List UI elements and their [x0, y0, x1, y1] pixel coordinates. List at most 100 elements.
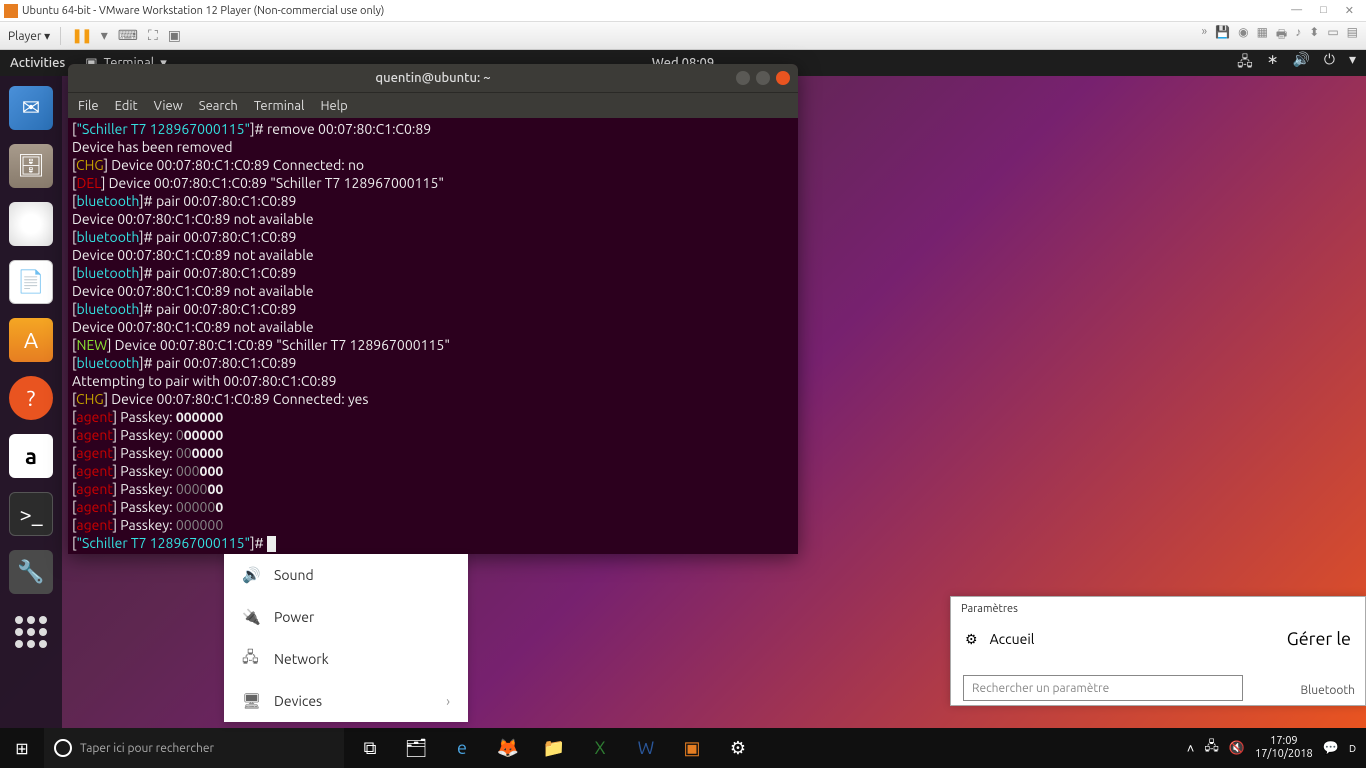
bluetooth-title: Bluetooth — [820, 77, 890, 94]
vmware-right-icons: » 💾 ◉ ▦ 🖶 ♪ ⬍ ▭ ▤ — [1202, 25, 1359, 46]
network-icon[interactable]: 🖧 — [1237, 51, 1253, 75]
help-icon[interactable]: ? — [9, 376, 53, 420]
arrow-icon[interactable]: » — [1202, 25, 1208, 46]
device-status: Not Set Up — [1067, 237, 1135, 253]
start-button[interactable]: ⊞ — [0, 728, 44, 768]
vmware-titlebar: Ubuntu 64-bit - VMware Workstation 12 Pl… — [0, 0, 1366, 22]
activities-button[interactable]: Activities — [10, 56, 65, 70]
files-icon[interactable]: 🗄 — [9, 144, 53, 188]
fullscreen-icon[interactable]: ⛶ — [148, 27, 158, 44]
system-tray: ˄ 🖧 🔇 17:09 17/10/2018 💬 D — [1177, 735, 1366, 761]
tray-network-icon[interactable]: 🖧 — [1204, 737, 1219, 759]
maximize-button[interactable]: □ — [1320, 4, 1327, 17]
power-icon[interactable]: ⏻ — [1324, 51, 1335, 75]
toggle-knob — [1098, 74, 1126, 96]
tray-up-icon[interactable]: ˄ — [1187, 741, 1195, 756]
vmware-icon — [4, 4, 18, 18]
tray-volume-icon[interactable]: 🔇 — [1229, 741, 1245, 756]
minimize-button[interactable] — [1138, 78, 1152, 92]
terminal-dock-icon[interactable]: >_ — [9, 492, 53, 536]
menu-edit[interactable]: Edit — [115, 99, 138, 113]
minimize-button[interactable] — [736, 71, 750, 85]
minimize-button[interactable]: — — [1291, 4, 1302, 17]
vmware-toolbar: Player ▾ ❚❚ ▾ ⌨ ⛶ ▣ » 💾 ◉ ▦ 🖶 ♪ ⬍ ▭ ▤ — [0, 22, 1366, 50]
settings-dock-icon[interactable]: 🔧 — [9, 550, 53, 594]
vmware-taskbar-icon[interactable]: ▣ — [670, 728, 714, 768]
settings-categories-menu: 🔊 Sound 🔌 Power 🖧Network 🖥Devices› — [224, 554, 468, 722]
net-icon[interactable]: ▦ — [1257, 25, 1268, 46]
cortana-placeholder: Taper ici pour rechercher — [80, 742, 214, 755]
manage-heading: Gérer le — [1287, 629, 1351, 649]
software-center-icon[interactable]: A — [9, 318, 53, 362]
menu-item-network[interactable]: 🖧Network — [224, 638, 468, 680]
search-placeholder: Rechercher un paramètre — [972, 682, 1109, 695]
send-key-icon[interactable]: ⌨ — [118, 27, 138, 44]
player-menu[interactable]: Player ▾ — [8, 29, 50, 43]
unity-icon[interactable]: ▣ — [168, 27, 181, 44]
folder-taskbar-icon[interactable]: 📁 — [532, 728, 576, 768]
menu-view[interactable]: View — [154, 99, 183, 113]
menu-label: Sound — [274, 567, 314, 583]
terminal-window: quentin@ubuntu: ~ File Edit View Search … — [68, 64, 798, 554]
close-button[interactable] — [776, 71, 790, 85]
show-apps-icon[interactable] — [11, 612, 51, 652]
windows-settings-panel: Paramètres ⚙ Accueil Gérer le Rechercher… — [950, 596, 1366, 706]
maximize-button[interactable] — [756, 71, 770, 85]
sound-icon[interactable]: ♪ — [1295, 25, 1301, 46]
toolbar-icon[interactable]: ▾ — [101, 27, 108, 44]
word-taskbar-icon[interactable]: W — [624, 728, 668, 768]
menu-label: Network — [274, 651, 329, 667]
terminal-body[interactable]: ["Schiller T7 128967000115"]# remove 00:… — [68, 118, 798, 554]
rhythmbox-icon[interactable]: ◉ — [9, 202, 53, 246]
notifications-icon[interactable]: 💬 — [1323, 741, 1339, 756]
cortana-search[interactable]: Taper ici pour rechercher — [44, 728, 344, 768]
volume-icon[interactable]: 🔊 — [1292, 51, 1309, 75]
edge-taskbar-icon[interactable]: e — [440, 728, 484, 768]
libreoffice-writer-icon[interactable]: 📄 — [9, 260, 53, 304]
firefox-taskbar-icon[interactable]: 🦊 — [486, 728, 530, 768]
menu-help[interactable]: Help — [320, 99, 347, 113]
menu-item-sound[interactable]: 🔊 Sound — [224, 554, 468, 596]
menu-item-power[interactable]: 🔌 Power — [224, 596, 468, 638]
tray-clock[interactable]: 17:09 17/10/2018 — [1255, 735, 1313, 761]
lang-icon[interactable]: D — [1349, 743, 1356, 754]
menu-label: Power — [274, 609, 314, 625]
task-view-icon[interactable]: ⧉ — [348, 728, 392, 768]
print-icon[interactable]: 🖶 — [1276, 25, 1287, 46]
bluetooth-icon[interactable]: ∗ — [1267, 51, 1279, 75]
close-button[interactable]: ✕ — [1345, 4, 1354, 17]
pause-icon[interactable]: ❚❚ — [71, 27, 90, 44]
home-item[interactable]: ⚙ Accueil — [965, 631, 1034, 648]
card-icon[interactable]: ▭ — [1327, 25, 1338, 46]
settings-taskbar-icon[interactable]: ⚙ — [716, 728, 760, 768]
chevron-down-icon[interactable]: ▾ — [1349, 51, 1356, 75]
excel-taskbar-icon[interactable]: X — [578, 728, 622, 768]
explorer-taskbar-icon[interactable]: 🗂 — [394, 728, 438, 768]
settings-search-input[interactable]: Rechercher un paramètre — [963, 675, 1243, 701]
thunderbird-icon[interactable]: ✉ — [9, 86, 53, 130]
menu-label: Devices — [274, 693, 322, 709]
panel-body: ⚙ Accueil Gérer le — [951, 621, 1365, 657]
menu-terminal[interactable]: Terminal — [254, 99, 305, 113]
ubuntu-desktop: Activities ▣ Terminal ▾ Wed 08:09 🖧 ∗ 🔊 … — [0, 50, 1366, 728]
usb-icon[interactable]: ⬍ — [1309, 25, 1319, 46]
taskbar-apps: ⧉ 🗂 e 🦊 📁 X W ▣ ⚙ — [348, 728, 760, 768]
maximize-button[interactable] — [1158, 78, 1172, 92]
disk-icon[interactable]: 💾 — [1215, 25, 1230, 46]
sound-icon: 🔊 — [242, 566, 258, 584]
menu-search[interactable]: Search — [199, 99, 238, 113]
note-icon[interactable]: ▤ — [1347, 25, 1358, 46]
power-icon: 🔌 — [242, 608, 258, 626]
close-button[interactable] — [1178, 78, 1192, 92]
terminal-titlebar[interactable]: quentin@ubuntu: ~ — [68, 64, 798, 92]
menu-file[interactable]: File — [78, 99, 99, 113]
cd-icon[interactable]: ◉ — [1238, 25, 1248, 46]
tray-date: 17/10/2018 — [1255, 748, 1313, 761]
cortana-icon — [54, 739, 72, 757]
menu-item-devices[interactable]: 🖥Devices› — [224, 680, 468, 722]
amazon-icon[interactable]: a — [9, 434, 53, 478]
terminal-window-controls — [736, 71, 790, 85]
home-label: Accueil — [990, 631, 1035, 647]
bluetooth-label: Bluetooth — [1300, 684, 1355, 697]
system-indicators[interactable]: 🖧 ∗ 🔊 ⏻ ▾ — [1237, 51, 1356, 75]
